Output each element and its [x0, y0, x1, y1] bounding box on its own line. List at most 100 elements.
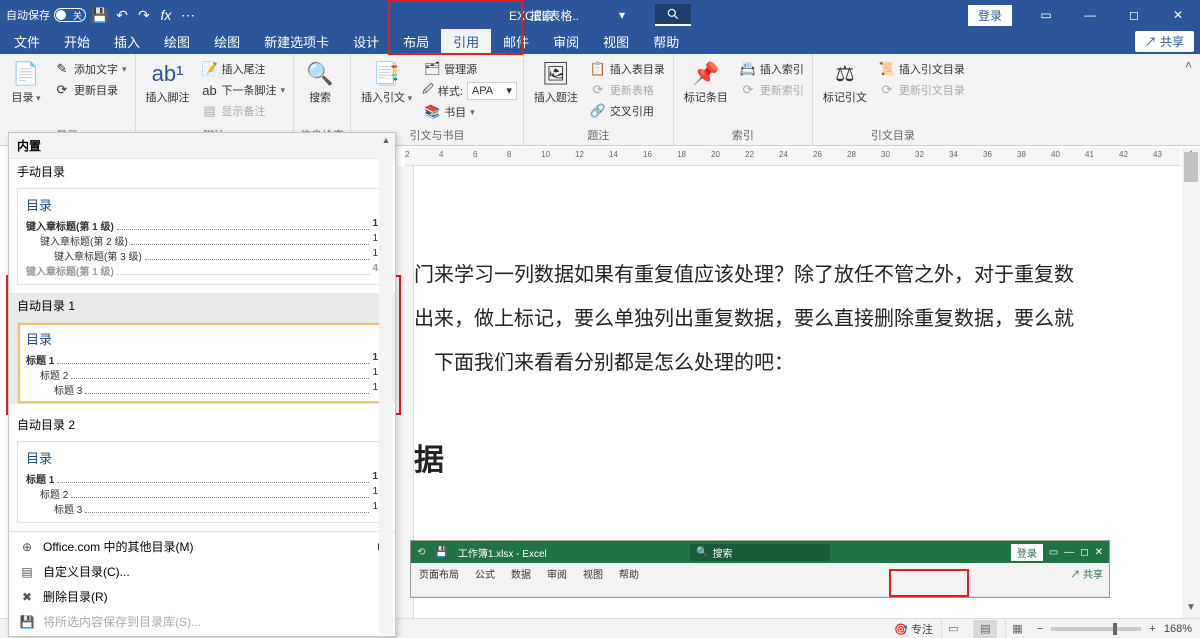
excel-tab-help[interactable]: 帮助	[611, 564, 647, 583]
manage-sources-button[interactable]: 🗂管理源	[422, 60, 517, 78]
toc-custom[interactable]: ▤自定义目录(C)...	[9, 559, 395, 584]
tab-layout[interactable]: 布局	[391, 29, 441, 54]
excel-tab-formula[interactable]: 公式	[467, 564, 503, 583]
excel-ribbon-display-icon[interactable]: ▭	[1049, 547, 1058, 558]
excel-tab-review[interactable]: 审阅	[539, 564, 575, 583]
scroll-up-icon[interactable]: ▲	[379, 135, 393, 145]
callout-box-excel	[889, 569, 969, 597]
tab-home[interactable]: 开始	[52, 29, 102, 54]
custom-toc-icon: ▤	[19, 565, 35, 579]
excel-login-button[interactable]: 登录	[1011, 544, 1043, 561]
read-mode-icon[interactable]: ▭	[941, 620, 965, 638]
excel-tab-view[interactable]: 视图	[575, 564, 611, 583]
toc-auto1-header[interactable]: 自动目录 1	[9, 293, 395, 318]
excel-close-icon[interactable]: ✕	[1095, 547, 1103, 558]
toc-panel-scrollbar[interactable]: ▲	[379, 135, 393, 634]
tab-references[interactable]: 引用	[441, 29, 491, 54]
toc-page: 1	[372, 367, 378, 382]
toc-auto2-preview[interactable]: 目录 标题 11 标题 21 标题 31	[17, 441, 387, 523]
crossref-button[interactable]: 🔗交叉引用	[588, 102, 667, 120]
fx-icon[interactable]: fx	[158, 7, 174, 23]
search-button[interactable]: 🔍 搜索	[300, 56, 340, 106]
tab-help[interactable]: 帮助	[641, 29, 691, 54]
tab-mailings[interactable]: 邮件	[491, 29, 541, 54]
update-toc-button[interactable]: ⟳更新目录	[52, 81, 129, 99]
excel-save-icon[interactable]: 💾	[435, 547, 447, 558]
toc-auto1-title: 目录	[26, 329, 378, 348]
zoom-level[interactable]: 168%	[1164, 623, 1192, 635]
mark-entry-button[interactable]: 📌 标记条目	[680, 56, 732, 106]
title-search-button[interactable]	[655, 4, 691, 26]
toc-page: 1	[372, 486, 378, 501]
add-text-icon: ✎	[54, 61, 70, 77]
horizontal-ruler[interactable]: 2468101214161820222426283032343638404142…	[405, 148, 1180, 166]
qat-more-icon[interactable]: ⋯	[180, 7, 196, 23]
scroll-down-arrow-icon[interactable]: ▼	[1182, 602, 1200, 618]
toc-auto2-title: 目录	[26, 448, 378, 467]
excel-share-button[interactable]: ↗ 共享	[1064, 564, 1109, 583]
show-notes-button: ▤显示备注	[200, 102, 288, 120]
close-icon[interactable]: ✕	[1156, 0, 1200, 30]
excel-maximize-icon[interactable]: ◻	[1080, 547, 1088, 558]
tab-insert[interactable]: 插入	[102, 29, 152, 54]
tab-review[interactable]: 审阅	[541, 29, 591, 54]
mark-citation-button[interactable]: ⚖ 标记引文	[819, 56, 871, 106]
zoom-out-icon[interactable]: −	[1037, 623, 1043, 635]
insert-index-button[interactable]: 📇插入索引	[738, 60, 806, 78]
next-footnote-label: 下一条脚注	[222, 82, 277, 98]
tab-file[interactable]: 文件	[2, 29, 52, 54]
zoom-in-icon[interactable]: +	[1149, 623, 1155, 635]
save-icon[interactable]: 💾	[92, 7, 108, 23]
update-tof-icon: ⟳	[590, 82, 606, 98]
toc-remove[interactable]: ✖删除目录(R)	[9, 584, 395, 609]
title-dropdown-icon[interactable]: ▾	[619, 8, 625, 22]
toc-button[interactable]: 📄 目录	[6, 56, 46, 106]
ribbon-display-icon[interactable]: ▭	[1024, 0, 1068, 30]
excel-tab-data[interactable]: 数据	[503, 564, 539, 583]
toc-auto1-preview[interactable]: 目录 标题 11 标题 21 标题 31	[17, 322, 387, 404]
excel-minimize-icon[interactable]: —	[1064, 547, 1074, 558]
scrollbar-thumb[interactable]	[1184, 152, 1198, 182]
vertical-scrollbar[interactable]: ▲ ▼	[1182, 148, 1200, 618]
toc-auto2-header[interactable]: 自动目录 2	[9, 412, 395, 437]
ruler-tick: 42	[1119, 150, 1128, 159]
share-button[interactable]: ↗ 共享	[1135, 31, 1194, 52]
add-text-label: 添加文字	[74, 61, 118, 77]
tab-draw[interactable]: 绘图	[152, 29, 202, 54]
excel-autosave-icon[interactable]: ⟲	[417, 547, 425, 558]
tab-view[interactable]: 视图	[591, 29, 641, 54]
excel-search[interactable]: 🔍 搜索	[690, 544, 830, 561]
autosave-switch[interactable]: 关	[54, 8, 86, 22]
collapse-ribbon-icon[interactable]: ˄	[1177, 54, 1200, 145]
autosave-toggle[interactable]: 自动保存 关	[6, 7, 86, 23]
maximize-icon[interactable]: ◻	[1112, 0, 1156, 30]
insert-toa-button[interactable]: 📜插入引文目录	[877, 60, 967, 78]
citation-style-select[interactable]: 🖉 样式: APA▾	[422, 81, 517, 100]
toc-more-office[interactable]: ⊕Office.com 中的其他目录(M)▶	[9, 534, 395, 559]
tab-draw2[interactable]: 绘图	[202, 29, 252, 54]
tab-newtab[interactable]: 新建选项卡	[252, 29, 341, 54]
minimize-icon[interactable]: —	[1068, 0, 1112, 30]
web-layout-icon[interactable]: ▦	[1005, 620, 1029, 638]
insert-footnote-button[interactable]: ab¹ 插入脚注	[142, 56, 194, 106]
toc-manual-header[interactable]: 手动目录	[9, 159, 395, 184]
bibliography-button[interactable]: 📚书目	[422, 103, 517, 121]
toc-save-gallery-label: 将所选内容保存到目录库(S)...	[43, 613, 201, 630]
insert-caption-button[interactable]: 🖼 插入题注	[530, 56, 582, 106]
login-button[interactable]: 登录	[968, 5, 1012, 26]
print-layout-icon[interactable]: ▤	[973, 620, 997, 638]
toc-manual-preview[interactable]: 目录 键入章标题(第 1 级)1 键入章标题(第 2 级)1 键入章标题(第 3…	[17, 188, 387, 285]
focus-mode-button[interactable]: 🎯 专注	[894, 621, 933, 637]
add-text-button[interactable]: ✎添加文字	[52, 60, 129, 78]
insert-citation-button[interactable]: 📑 插入引文	[357, 56, 416, 106]
zoom-slider[interactable]	[1051, 627, 1141, 631]
redo-icon[interactable]: ↷	[136, 7, 152, 23]
excel-tab-page[interactable]: 页面布局	[411, 564, 467, 583]
insert-tof-button[interactable]: 📋插入表目录	[588, 60, 667, 78]
zoom-slider-knob[interactable]	[1113, 623, 1117, 635]
next-footnote-button[interactable]: ab下一条脚注	[200, 81, 288, 99]
undo-icon[interactable]: ↶	[114, 7, 130, 23]
insert-endnote-button[interactable]: 📝插入尾注	[200, 60, 288, 78]
tab-design[interactable]: 设计	[341, 29, 391, 54]
ruler-tick: 18	[677, 150, 686, 159]
